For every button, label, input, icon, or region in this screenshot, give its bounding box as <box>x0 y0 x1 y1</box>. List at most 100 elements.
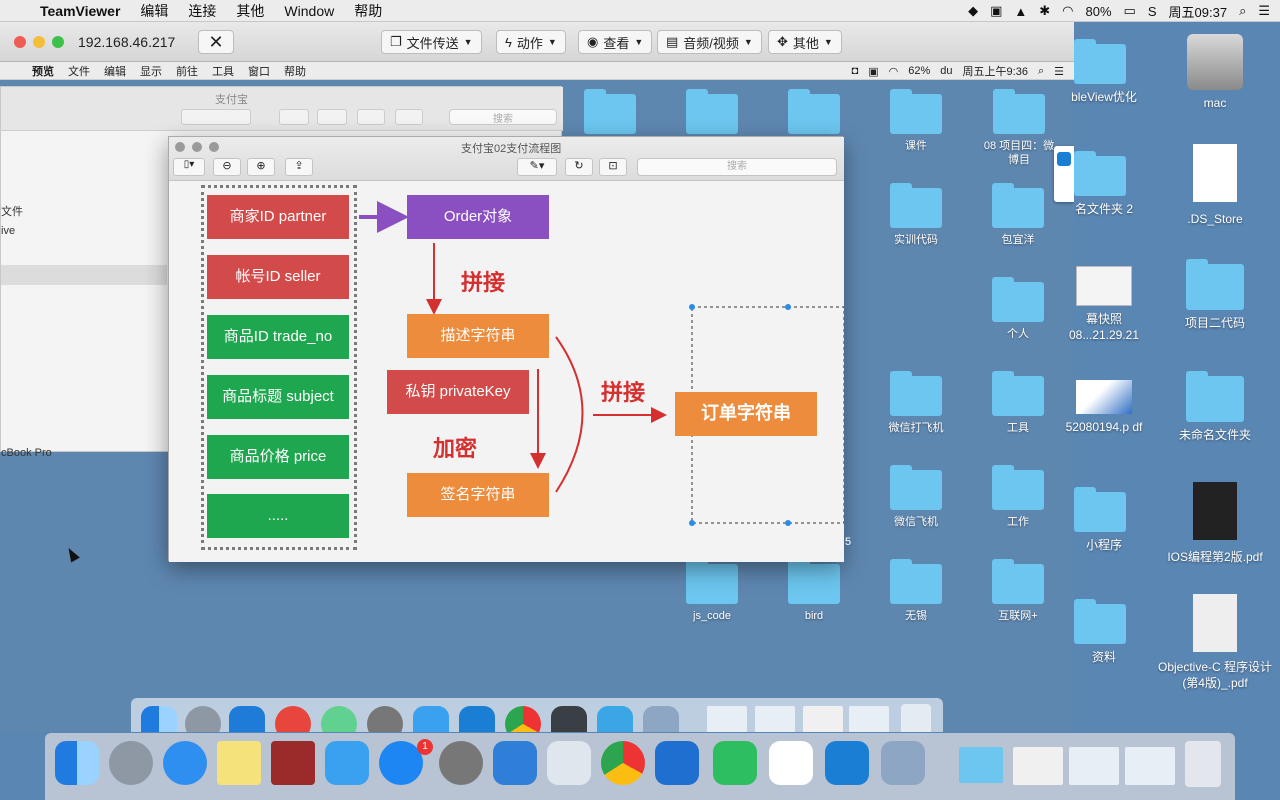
xcode-docs-icon[interactable] <box>655 741 699 785</box>
bluetooth-icon[interactable]: ✱ <box>1039 3 1050 19</box>
view-mode-buttons[interactable] <box>181 109 251 125</box>
host-desktop-file[interactable]: 52080194.p df <box>1064 380 1144 436</box>
zoom-window-icon[interactable] <box>52 36 64 48</box>
finder-icon[interactable] <box>141 706 177 732</box>
zoom-out-button[interactable]: ⊖ <box>213 158 241 176</box>
chrome-icon[interactable] <box>601 741 645 785</box>
system-preferences-icon[interactable] <box>367 706 403 732</box>
remote-menu-edit[interactable]: 编辑 <box>104 63 126 79</box>
wifi-icon[interactable]: ◠ <box>889 65 899 78</box>
desktop-folder[interactable] <box>782 89 846 140</box>
host-desktop-folder[interactable]: 名文件夹 2 <box>1064 151 1144 218</box>
atom-icon[interactable] <box>321 706 357 732</box>
sidebar-selection[interactable] <box>1 265 167 285</box>
desktop-folder[interactable]: 无锡 <box>884 559 948 624</box>
remote-menu-help[interactable]: 帮助 <box>284 63 306 79</box>
remote-menu-go[interactable]: 前往 <box>176 63 198 79</box>
notes-icon[interactable] <box>217 741 261 785</box>
host-desktop-file[interactable]: 幕快照 08...21.29.21 <box>1064 266 1144 344</box>
menu-edit[interactable]: 编辑 <box>140 1 168 21</box>
xcode-icon[interactable] <box>325 741 369 785</box>
remote-menu-file[interactable]: 文件 <box>68 63 90 79</box>
desktop-folder[interactable]: 课件 <box>884 89 948 154</box>
remote-menu-preview[interactable]: 预览 <box>32 63 54 79</box>
wifi-icon[interactable]: ◠ <box>1062 3 1073 19</box>
battery-percent[interactable]: 80% <box>1086 4 1112 19</box>
menu-window[interactable]: Window <box>284 3 334 19</box>
remote-battery-percent[interactable]: 62% <box>908 65 930 77</box>
remote-menu-view[interactable]: 显示 <box>140 63 162 79</box>
share-button[interactable]: ⇪ <box>285 158 313 176</box>
downloads-folder-icon[interactable] <box>959 747 1003 783</box>
trash-icon[interactable] <box>901 704 931 732</box>
zoom-window-icon[interactable] <box>209 142 219 152</box>
sidebar-toggle-button[interactable]: ▯▾ <box>173 158 205 176</box>
file-transfer-button[interactable]: ❐ 文件传送 ▼ <box>381 30 482 54</box>
keynote-icon[interactable] <box>597 706 633 732</box>
document-title[interactable]: 支付宝02支付流程图 <box>461 140 561 156</box>
window-thumbnail[interactable] <box>1013 747 1063 785</box>
teamviewer-icon[interactable] <box>825 741 869 785</box>
list-icon[interactable]: ☰ <box>1054 65 1064 78</box>
du-icon[interactable]: du <box>940 65 952 77</box>
host-desktop-file[interactable]: IOS编程第2版.pdf <box>1158 482 1272 566</box>
search-icon[interactable]: ⌕ <box>1038 65 1044 78</box>
safari-icon[interactable] <box>163 741 207 785</box>
sidebar-item[interactable]: ive <box>1 225 15 237</box>
remote-clock[interactable]: 周五上午9:36 <box>963 63 1028 79</box>
desktop-folder[interactable]: 包宜洋 <box>986 183 1050 248</box>
clock[interactable]: 周五09:37 <box>1169 2 1228 21</box>
window-thumbnail[interactable] <box>707 706 747 732</box>
host-desktop-file[interactable]: Objective-C 程序设计(第4版)_.pdf <box>1156 594 1274 692</box>
tag-button[interactable] <box>395 109 423 125</box>
desktop-folder[interactable] <box>680 89 744 140</box>
host-desktop-folder[interactable]: 项目二代码 <box>1170 259 1260 332</box>
desktop-folder[interactable]: bird <box>782 559 846 624</box>
preview-app-icon[interactable] <box>881 741 925 785</box>
action-button[interactable] <box>317 109 347 125</box>
finder-search-input[interactable]: 搜索 <box>449 109 557 125</box>
search-icon[interactable]: ⌕ <box>1239 3 1246 19</box>
menu-other[interactable]: 其他 <box>236 1 264 21</box>
simulator-icon[interactable] <box>493 741 537 785</box>
window-thumbnail[interactable] <box>755 706 795 732</box>
finder-icon[interactable] <box>55 741 99 785</box>
window-thumbnail[interactable] <box>1069 747 1119 785</box>
minimize-window-icon[interactable] <box>33 36 45 48</box>
dictionary-icon[interactable] <box>271 741 315 785</box>
extras-button[interactable]: ✥ 其他 ▼ <box>768 30 842 54</box>
launchpad-icon[interactable] <box>185 706 221 732</box>
xcode-icon[interactable] <box>413 706 449 732</box>
remote-menu-tools[interactable]: 工具 <box>212 63 234 79</box>
airplay-icon[interactable]: ▲ <box>1014 4 1027 19</box>
remote-menu-window[interactable]: 窗口 <box>248 63 270 79</box>
app-menu[interactable]: TeamViewer <box>40 3 120 19</box>
terminal-icon[interactable] <box>551 706 587 732</box>
host-desktop-folder[interactable]: bleView优化 <box>1064 39 1144 106</box>
sidebar-item[interactable]: 文件 <box>1 203 23 219</box>
list-icon[interactable]: ☰ <box>1258 3 1270 19</box>
menu-help[interactable]: 帮助 <box>354 1 382 21</box>
chrome-icon[interactable] <box>505 706 541 732</box>
netease-music-icon[interactable] <box>275 706 311 732</box>
window-thumbnail[interactable] <box>1125 747 1175 785</box>
host-desktop-folder[interactable]: 小程序 <box>1064 487 1144 554</box>
desktop-folder[interactable]: 个人 <box>986 277 1050 342</box>
arrange-button[interactable] <box>279 109 309 125</box>
toolbox-button[interactable]: ⊡ <box>599 158 627 176</box>
rotate-button[interactable]: ↻ <box>565 158 593 176</box>
screen-icon[interactable]: ▣ <box>990 3 1002 19</box>
host-desktop-file[interactable]: .DS_Store <box>1170 144 1260 228</box>
trash-icon[interactable] <box>1185 741 1221 787</box>
desktop-folder[interactable]: 工具 <box>986 371 1050 436</box>
share-button[interactable] <box>357 109 385 125</box>
markup-button[interactable]: ✎▾ <box>517 158 557 176</box>
desktop-folder[interactable]: 实训代码 <box>884 183 948 248</box>
teamviewer-icon[interactable] <box>459 706 495 732</box>
preview-search-input[interactable]: 搜索 <box>637 158 837 176</box>
vscode-icon[interactable] <box>229 706 265 732</box>
zoom-in-button[interactable]: ⊕ <box>247 158 275 176</box>
evernote-icon[interactable]: ◆ <box>968 3 978 19</box>
camera-icon[interactable]: ◘ <box>852 65 859 77</box>
wps-icon[interactable] <box>769 741 813 785</box>
